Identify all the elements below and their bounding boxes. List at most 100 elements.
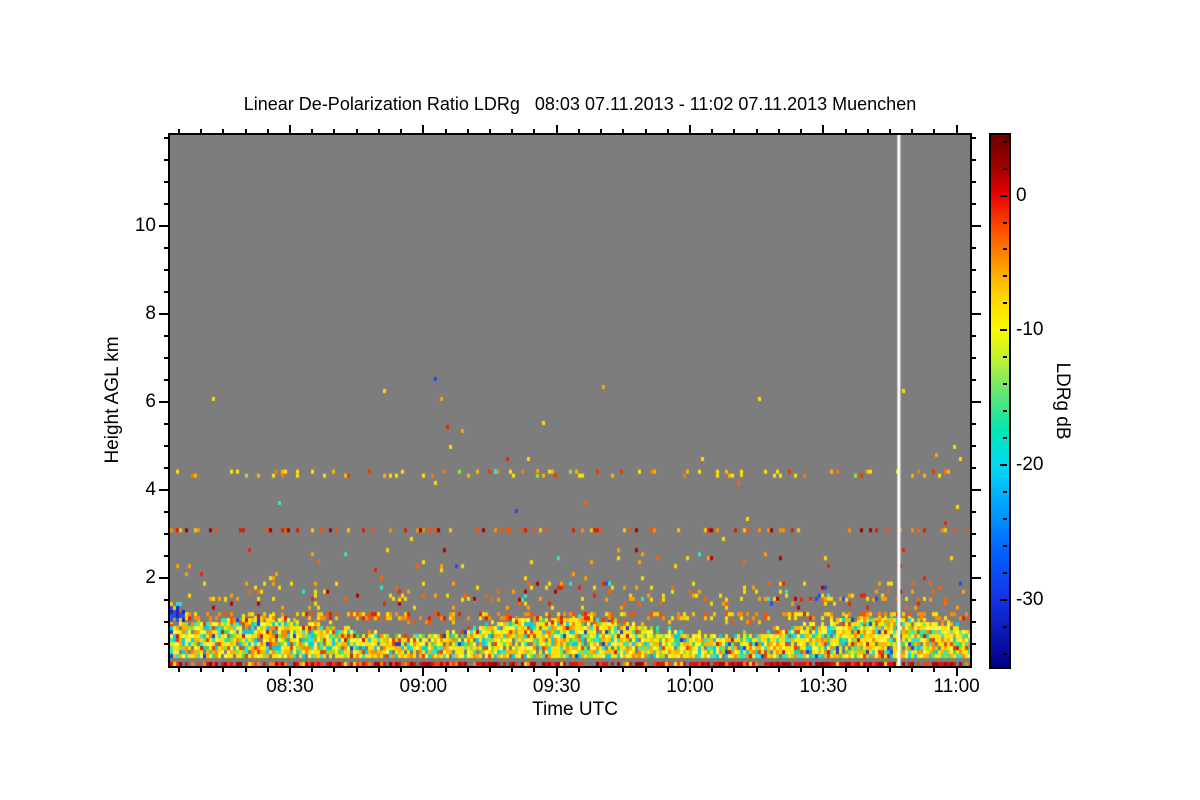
x-minor-tick-top (400, 129, 403, 133)
colorbar-minor-tick (1003, 571, 1007, 574)
y-minor-tick-right (972, 467, 976, 469)
x-minor-tick-top (222, 129, 225, 133)
y-minor-tick (164, 423, 168, 425)
x-minor-tick-top (600, 129, 603, 133)
x-minor-tick-top (800, 129, 803, 133)
x-minor-tick-top (644, 129, 647, 133)
colorbar-minor-tick (1003, 544, 1007, 547)
y-minor-tick-right (972, 643, 976, 645)
y-minor-tick (164, 445, 168, 447)
y-minor-tick (164, 511, 168, 513)
colorbar-minor-tick (1003, 302, 1007, 305)
x-tick-label: 09:30 (532, 676, 581, 697)
y-major-tick (159, 225, 168, 227)
y-tick-label: 6 (145, 391, 156, 412)
y-minor-tick-right (972, 599, 976, 601)
x-major-tick (422, 668, 425, 676)
colorbar-minor-tick (1003, 248, 1007, 251)
colorbar-major-tick (1000, 194, 1007, 197)
x-minor-tick (489, 668, 491, 672)
x-minor-tick (533, 668, 536, 672)
colorbar-minor-tick (1003, 275, 1007, 278)
y-minor-tick-right (972, 621, 976, 623)
plot-border (168, 133, 972, 668)
x-minor-tick (355, 668, 358, 672)
x-major-tick-top (422, 125, 425, 133)
x-minor-tick (622, 668, 625, 672)
y-minor-tick (164, 379, 168, 381)
y-minor-tick-right (972, 555, 976, 557)
y-minor-tick (164, 643, 168, 645)
page-title: Linear De-Polarization Ratio LDRg 08:03 … (243, 94, 917, 114)
x-minor-tick (844, 668, 847, 672)
x-minor-tick-top (777, 129, 780, 133)
x-minor-tick-top (377, 129, 380, 133)
x-minor-tick (511, 668, 514, 672)
y-minor-tick (164, 621, 168, 623)
colorbar-minor-tick (1003, 140, 1007, 143)
x-minor-tick (266, 668, 269, 672)
x-minor-tick-top (866, 129, 869, 133)
y-minor-tick (164, 247, 168, 249)
y-minor-tick-right (972, 137, 976, 139)
y-minor-tick-right (972, 445, 976, 447)
x-major-tick-top (289, 125, 291, 133)
x-minor-tick-top (177, 129, 180, 133)
x-major-tick-top (689, 125, 691, 133)
y-tick-label: 10 (134, 215, 156, 236)
x-minor-tick-top (333, 129, 336, 133)
x-tick-label: 10:30 (799, 676, 848, 697)
x-minor-tick-top (889, 129, 891, 133)
y-minor-tick (164, 533, 168, 535)
x-minor-tick (577, 668, 580, 672)
x-tick-label: 08:30 (266, 676, 314, 697)
x-minor-tick (889, 668, 891, 672)
x-minor-tick (600, 668, 603, 672)
colorbar-label: LDRg dB (1052, 362, 1073, 440)
x-minor-tick (800, 668, 803, 672)
x-minor-tick (711, 668, 714, 672)
y-minor-tick-right (972, 533, 976, 535)
y-minor-tick-right (972, 291, 976, 293)
x-minor-tick-top (444, 129, 447, 133)
colorbar-tick-label: -10 (1016, 319, 1044, 341)
x-minor-tick-top (933, 129, 936, 133)
x-minor-tick-top (733, 129, 736, 133)
x-minor-tick (177, 668, 180, 672)
colorbar-minor-tick (1003, 167, 1007, 170)
y-major-tick (159, 313, 168, 315)
y-major-tick-right (972, 225, 981, 227)
x-minor-tick (444, 668, 447, 672)
colorbar-minor-tick (1003, 490, 1007, 493)
colorbar-major-tick (1000, 598, 1007, 601)
y-minor-tick (164, 269, 168, 271)
y-minor-tick (164, 291, 168, 293)
x-minor-tick-top (200, 129, 203, 133)
y-minor-tick-right (972, 247, 976, 249)
x-major-tick (555, 668, 558, 676)
y-major-tick (159, 489, 168, 491)
x-tick-label: 09:00 (399, 676, 448, 697)
x-minor-tick-top (711, 129, 714, 133)
x-minor-tick-top (266, 129, 269, 133)
x-minor-tick-top (466, 129, 469, 133)
colorbar-major-tick (1000, 463, 1007, 466)
y-axis-label: Height AGL km (102, 336, 123, 464)
x-axis-label: Time UTC (532, 699, 618, 720)
x-major-tick (955, 668, 958, 676)
x-major-tick-top (955, 125, 958, 133)
x-minor-tick (911, 668, 914, 672)
x-minor-tick-top (511, 129, 514, 133)
x-minor-tick-top (311, 129, 314, 133)
y-major-tick (159, 401, 168, 403)
y-minor-tick-right (972, 159, 976, 161)
x-minor-tick (244, 668, 247, 672)
y-minor-tick (164, 599, 168, 601)
colorbar-tick-label: -30 (1016, 588, 1044, 610)
colorbar-minor-tick (1003, 410, 1007, 413)
y-minor-tick-right (972, 357, 976, 359)
x-minor-tick (311, 668, 314, 672)
y-minor-tick (164, 555, 168, 557)
y-minor-tick-right (972, 181, 976, 183)
y-minor-tick-right (972, 423, 976, 425)
